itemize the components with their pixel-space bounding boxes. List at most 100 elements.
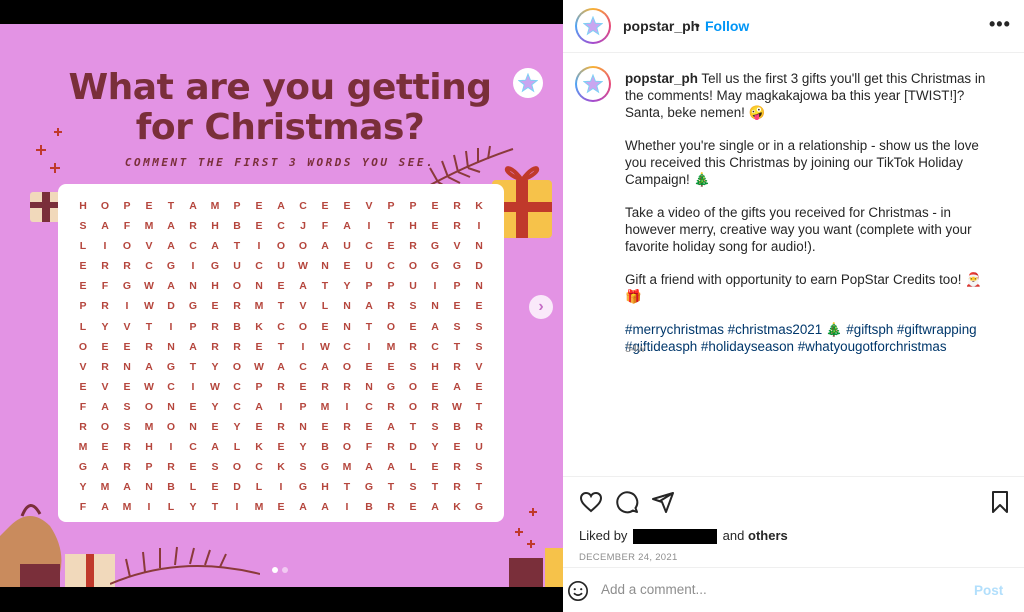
liked-others-link[interactable]: others <box>748 528 788 543</box>
caption-hashtags[interactable]: #merrychristmas #christmas2021 🎄 #giftsp… <box>625 321 997 355</box>
grid-letter: N <box>299 421 307 434</box>
grid-letter: Y <box>79 481 87 494</box>
comment-bar: Post <box>563 567 1024 612</box>
grid-letter: R <box>101 260 109 273</box>
grid-letter: T <box>343 481 351 494</box>
grid-letter: A <box>299 280 307 293</box>
grid-letter: I <box>257 240 261 253</box>
grid-letter: E <box>409 501 417 514</box>
grid-letter: O <box>298 320 308 333</box>
grid-letter: U <box>365 260 373 273</box>
carousel-dot-active <box>272 567 278 573</box>
grid-letter: C <box>387 260 395 273</box>
grid-letter: T <box>167 200 175 212</box>
caption-username[interactable]: popstar_ph <box>625 71 698 86</box>
grid-letter: W <box>210 380 220 393</box>
grid-letter: A <box>167 280 175 293</box>
grid-letter: R <box>167 461 175 474</box>
grid-letter: C <box>145 260 153 273</box>
grid-letter: N <box>189 421 197 434</box>
liked-by-label: Liked by <box>579 528 628 543</box>
grid-letter: B <box>167 481 175 494</box>
grid-letter: S <box>475 461 483 474</box>
grid-letter: V <box>79 360 87 373</box>
post-image[interactable]: What are you getting for Christmas? COMM… <box>0 24 563 587</box>
header-username[interactable]: popstar_ph <box>623 18 699 34</box>
grid-letter: T <box>409 421 417 434</box>
grid-letter: O <box>408 260 418 273</box>
grid-letter: A <box>299 501 307 514</box>
grid-letter: N <box>431 300 439 313</box>
grid-letter: F <box>365 441 373 454</box>
grid-letter: S <box>79 220 87 233</box>
grid-letter: N <box>475 240 483 253</box>
grid-letter: B <box>233 220 241 233</box>
bookmark-icon[interactable] <box>988 490 1012 514</box>
grid-letter: E <box>277 280 285 293</box>
grid-letter: I <box>169 441 173 454</box>
grid-letter: S <box>299 461 307 474</box>
follow-button[interactable]: Follow <box>705 18 749 34</box>
grid-letter: P <box>255 380 263 393</box>
grid-letter: K <box>453 501 461 514</box>
grid-letter: M <box>122 501 132 514</box>
grid-letter: A <box>123 481 131 494</box>
grid-letter: S <box>409 481 417 494</box>
carousel-dots <box>272 567 288 573</box>
grid-letter: E <box>431 220 439 233</box>
grid-letter: R <box>123 461 131 474</box>
grid-letter: W <box>320 340 330 353</box>
grid-letter: A <box>255 400 263 413</box>
post-comment-button[interactable]: Post <box>974 583 1003 598</box>
grid-letter: R <box>211 340 219 353</box>
grid-letter: A <box>145 360 153 373</box>
grid-letter: K <box>255 320 263 333</box>
emoji-icon[interactable] <box>567 580 589 602</box>
grid-letter: C <box>299 360 307 373</box>
grid-letter: P <box>387 200 395 212</box>
grid-letter: S <box>431 421 439 434</box>
post-detail-panel: popstar_ph • Follow ••• popstar_ph Tell … <box>563 0 1024 612</box>
grid-letter: B <box>321 441 329 454</box>
caption-age: 34w <box>625 343 646 355</box>
more-options-icon[interactable]: ••• <box>989 14 1011 35</box>
grid-letter: A <box>321 240 329 253</box>
post-caption: popstar_ph Tell us the first 3 gifts you… <box>625 70 997 371</box>
grid-letter: Y <box>211 360 219 373</box>
grid-letter: J <box>300 220 306 233</box>
grid-letter: P <box>409 200 417 212</box>
grid-letter: R <box>431 400 439 413</box>
grid-letter: R <box>387 441 395 454</box>
grid-letter: G <box>298 481 308 494</box>
grid-letter: E <box>365 360 373 373</box>
heart-icon[interactable] <box>579 490 603 514</box>
comment-input[interactable] <box>601 582 961 597</box>
grid-letter: C <box>365 400 373 413</box>
grid-letter: E <box>475 300 483 313</box>
grid-letter: A <box>101 220 109 233</box>
grid-letter: P <box>123 200 131 212</box>
comment-icon[interactable] <box>615 490 639 514</box>
grid-letter: I <box>367 340 371 353</box>
grid-letter: U <box>343 240 351 253</box>
grid-letter: R <box>475 421 483 434</box>
grid-letter: E <box>431 380 439 393</box>
share-icon[interactable] <box>651 490 675 514</box>
grid-letter: I <box>235 501 239 514</box>
grid-letter: A <box>167 240 175 253</box>
grid-letter: C <box>277 220 285 233</box>
grid-letter: C <box>343 340 351 353</box>
grid-letter: N <box>343 320 351 333</box>
avatar[interactable] <box>575 8 611 44</box>
grid-letter: G <box>364 481 374 494</box>
grid-letter: G <box>188 300 198 313</box>
grid-letter: U <box>233 260 241 273</box>
grid-letter: E <box>431 461 439 474</box>
caption-paragraph-4: Gift a friend with opportunity to earn P… <box>625 272 982 304</box>
caption-avatar[interactable] <box>575 66 611 102</box>
carousel-next-button[interactable]: › <box>529 295 553 319</box>
grid-letter: R <box>211 320 219 333</box>
grid-letter: O <box>298 240 308 253</box>
grid-letter: A <box>343 220 351 233</box>
grid-letter: S <box>453 320 461 333</box>
